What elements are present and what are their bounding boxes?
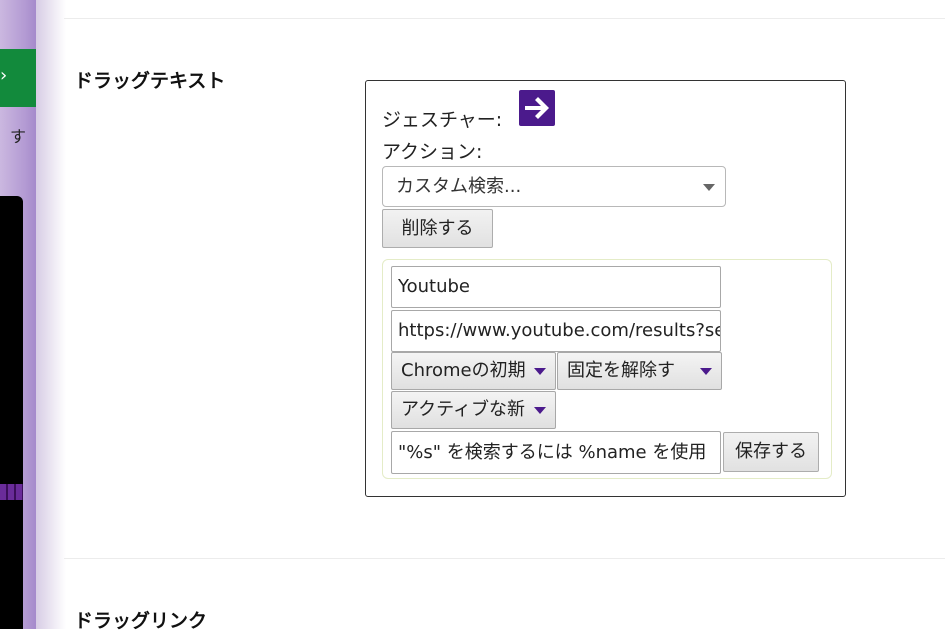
save-button[interactable]: 保存する — [723, 432, 819, 472]
arrow-right-icon — [519, 90, 555, 126]
engine-select-value: Chromeの初期 — [401, 360, 526, 381]
custom-search-panel: Youtube https://www.youtube.com/results?… — [382, 259, 832, 479]
delete-button[interactable]: 削除する — [382, 209, 493, 248]
section-divider — [64, 18, 945, 19]
sidebar-preview-panel — [0, 196, 23, 629]
gesture-label: ジェスチャー: — [382, 109, 503, 131]
search-name-input[interactable]: Youtube — [391, 266, 721, 308]
chevron-down-icon — [703, 184, 715, 191]
action-select-value: カスタム検索... — [396, 176, 522, 197]
tab-select-value: アクティブな新 — [401, 399, 526, 420]
action-label: アクション: — [382, 141, 483, 163]
section-divider — [64, 558, 945, 559]
search-description-input[interactable]: "%s" を検索するには %name を使用 — [391, 431, 721, 474]
pin-select-value: 固定を解除す — [567, 360, 675, 381]
sidebar-preview-strip — [0, 484, 23, 500]
chevron-down-icon — [534, 407, 546, 414]
engine-select[interactable]: Chromeの初期 — [391, 352, 556, 390]
sidebar-shadow — [36, 0, 66, 629]
chevron-right-icon: › — [0, 65, 8, 86]
section-heading-drag-text: ドラッグテキスト — [74, 70, 226, 92]
tab-select[interactable]: アクティブな新 — [391, 391, 556, 429]
pin-select[interactable]: 固定を解除す — [557, 352, 722, 390]
action-select[interactable]: カスタム検索... — [382, 166, 726, 207]
search-url-input[interactable]: https://www.youtube.com/results?sea — [391, 310, 721, 352]
sidebar-partial-text: す — [9, 127, 26, 146]
chevron-down-icon — [534, 368, 546, 375]
chevron-down-icon — [700, 368, 712, 375]
gesture-card: ジェスチャー: アクション: カスタム検索... 削除する Youtube ht… — [365, 80, 846, 497]
